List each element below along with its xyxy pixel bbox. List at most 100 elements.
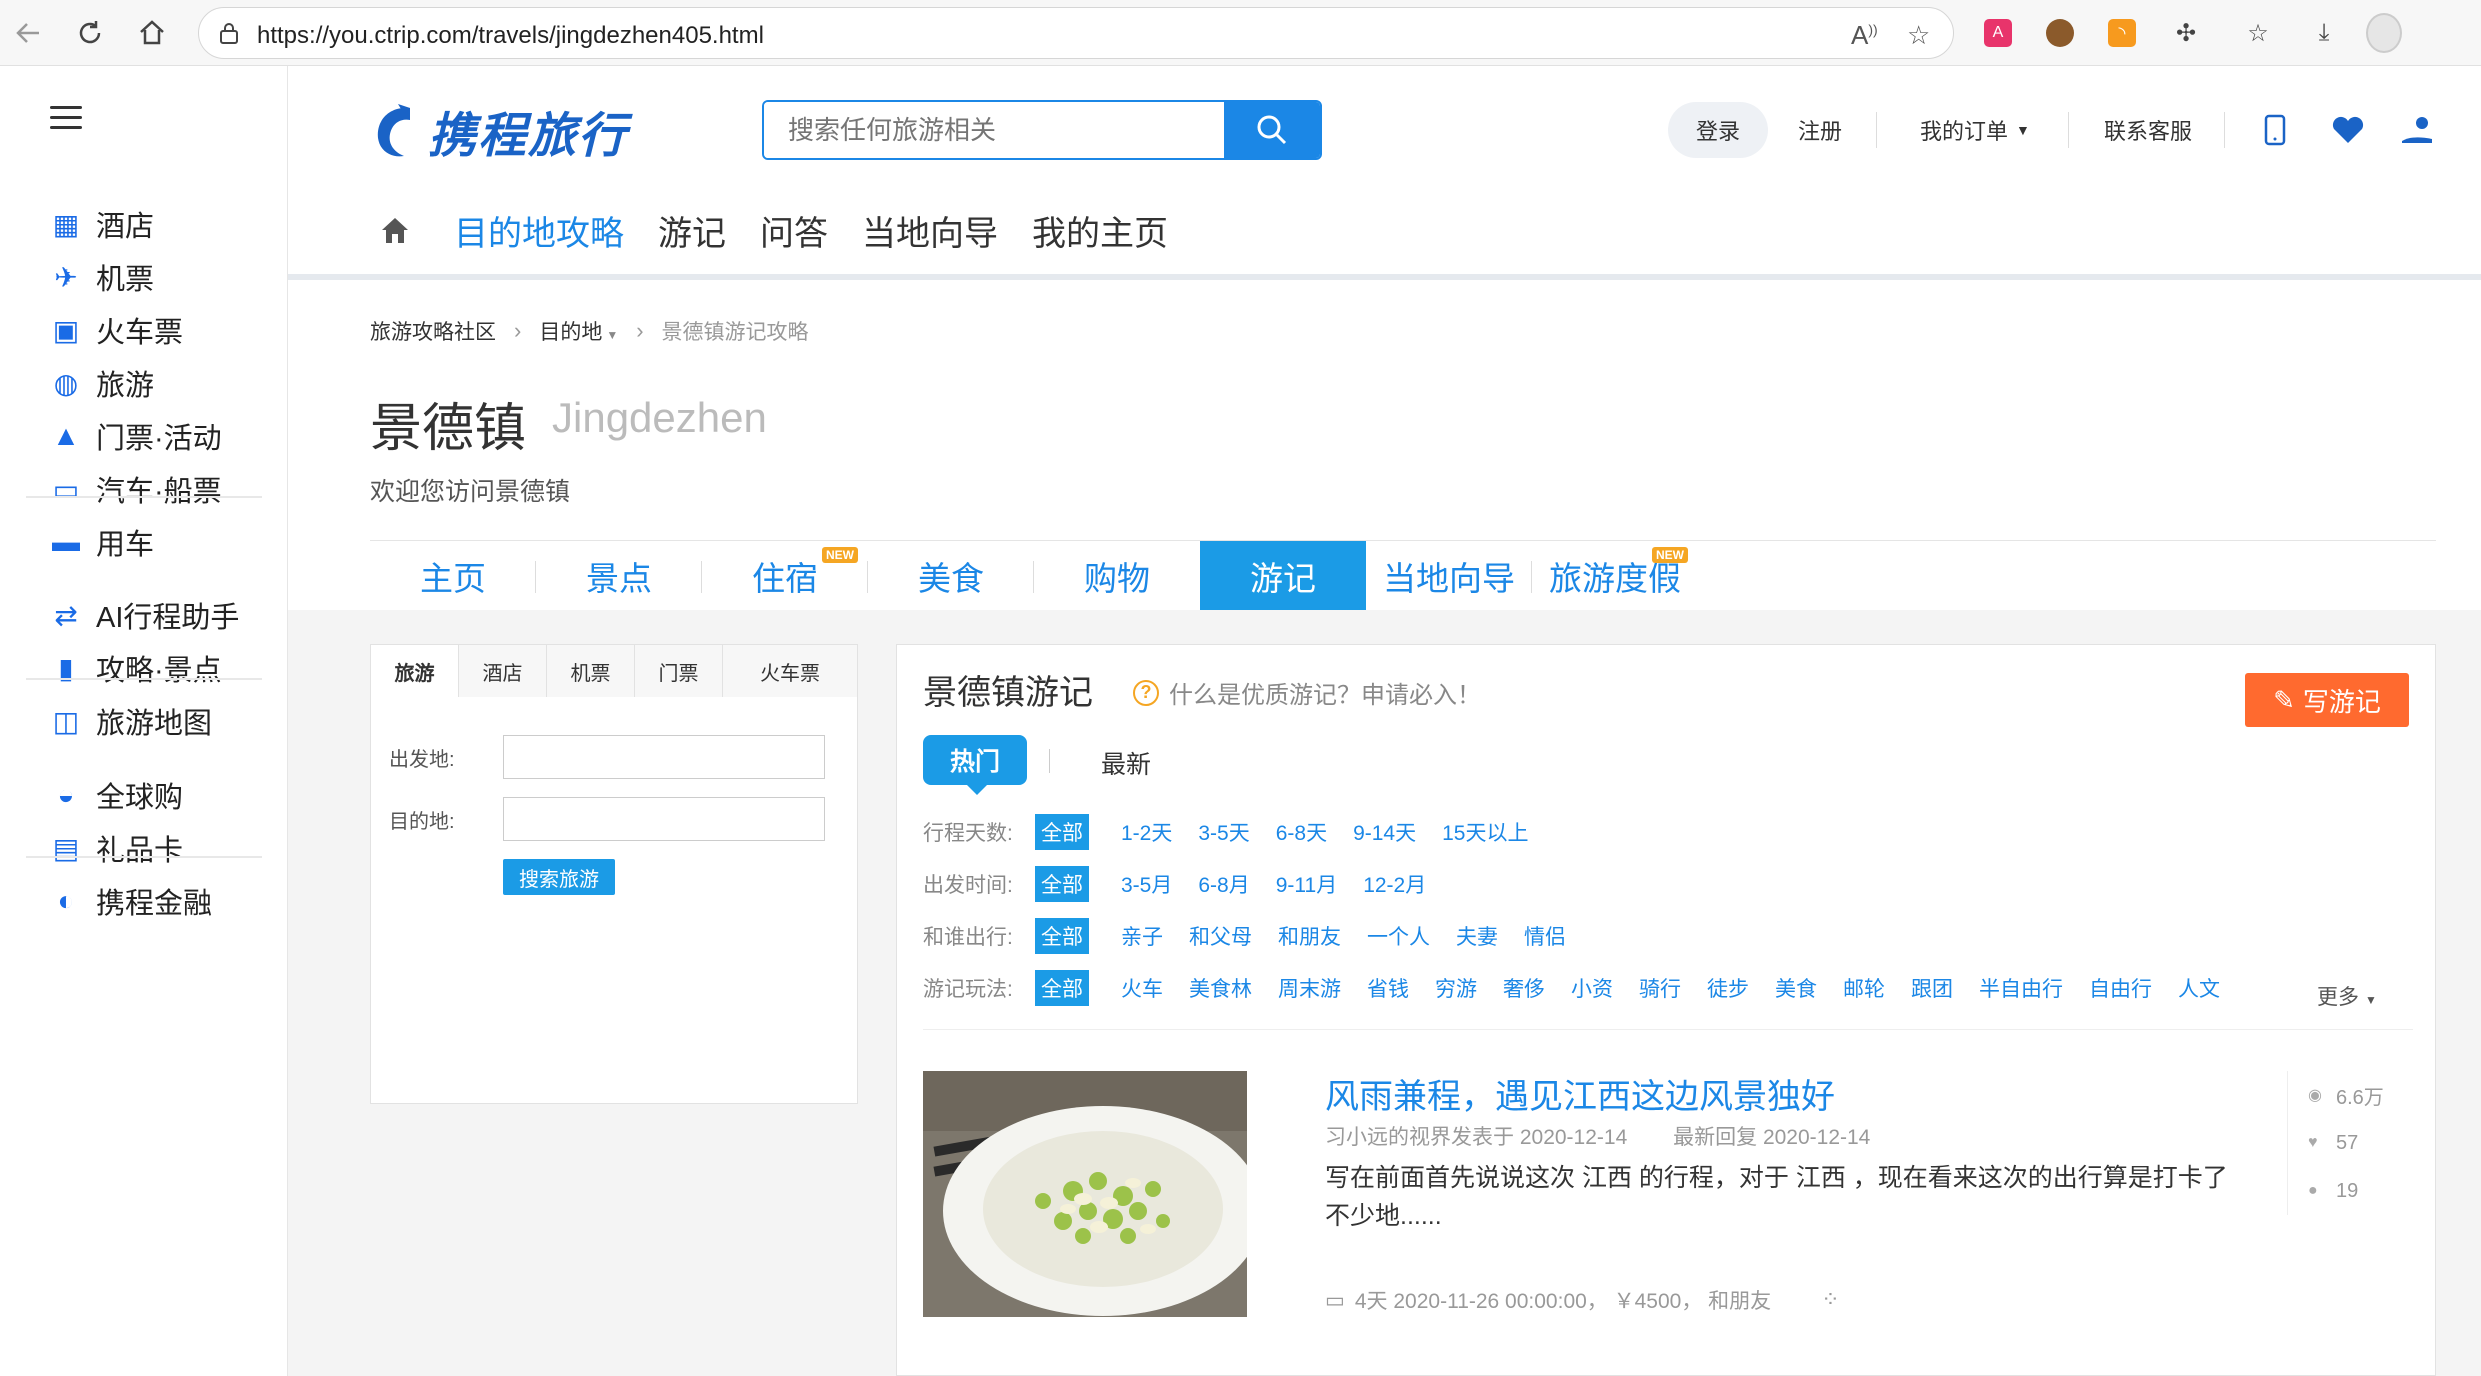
url-text[interactable]: https://you.ctrip.com/travels/jingdezhen… (257, 22, 764, 50)
nav-local-guide[interactable]: 当地向导 (862, 206, 998, 255)
filter-option[interactable]: 亲子 (1121, 921, 1163, 951)
service-link[interactable]: 联系客服 (2104, 100, 2192, 160)
filter-option[interactable]: 情侣 (1524, 921, 1566, 951)
sidebar-item-map[interactable]: ◫ 旅游地图 (50, 699, 212, 743)
comments-stat[interactable]: ● 19 (2308, 1167, 2407, 1215)
dest-tab-7[interactable]: 旅游度假 NEW (1532, 541, 1698, 611)
favorites-icon[interactable]: ☆ (2240, 15, 2276, 51)
sidebar-item-car[interactable]: ▬ 用车 (50, 520, 154, 564)
sidebar-item-finance[interactable]: ◐ 携程金融 (50, 879, 212, 923)
booking-tab-hotel[interactable]: 酒店 (459, 645, 547, 697)
sidebar-item-global-shop[interactable]: ◒ 全球购 (50, 773, 183, 817)
user-service-icon[interactable] (2400, 100, 2434, 160)
filter-option[interactable]: 和朋友 (1278, 921, 1341, 951)
filter-option[interactable]: 美食 (1775, 973, 1817, 1003)
dest-tab-3[interactable]: 美食 (868, 541, 1034, 611)
booking-tab-ticket[interactable]: 门票 (635, 645, 723, 697)
dest-tab-0[interactable]: 主页 (370, 541, 536, 611)
dest-tab-1[interactable]: 景点 (536, 541, 702, 611)
filter-option[interactable]: 火车 (1121, 973, 1163, 1003)
extensions-icon[interactable]: ✣ (2168, 15, 2204, 51)
sort-hot-tab[interactable]: 热门 (923, 735, 1027, 795)
filter-option[interactable]: 一个人 (1367, 921, 1430, 951)
mobile-app-icon[interactable] (2264, 100, 2286, 160)
filter-option[interactable]: 人文 (2178, 973, 2220, 1003)
filter-option[interactable]: 周末游 (1278, 973, 1341, 1003)
dest-tab-2[interactable]: 住宿 NEW (702, 541, 868, 611)
favorite-icon[interactable]: ☆ (1907, 20, 1930, 51)
filter-all[interactable]: 全部 (1035, 918, 1089, 954)
filter-option[interactable]: 跟团 (1911, 973, 1953, 1003)
dest-tab-6[interactable]: 当地向导 (1366, 541, 1532, 611)
heart-hands-icon[interactable] (2330, 100, 2366, 160)
filter-option[interactable]: 骑行 (1639, 973, 1681, 1003)
filter-option[interactable]: 小资 (1571, 973, 1613, 1003)
to-input[interactable] (503, 797, 825, 841)
sidebar-item-bus[interactable]: ▭ 汽车·船票 (50, 467, 222, 511)
search-button[interactable] (1224, 102, 1320, 158)
translate-extension-icon[interactable]: A (1980, 15, 2016, 51)
filter-option[interactable]: 徒步 (1707, 973, 1749, 1003)
nav-my-home[interactable]: 我的主页 (1032, 206, 1168, 255)
filter-option[interactable]: 夫妻 (1456, 921, 1498, 951)
filter-option[interactable]: 邮轮 (1843, 973, 1885, 1003)
sort-new-tab[interactable]: 最新 (1101, 745, 1151, 781)
filter-option[interactable]: 15天以上 (1442, 817, 1528, 847)
booking-tab-travel[interactable]: 旅游 (371, 645, 459, 697)
nav-destination-guide[interactable]: 目的地攻略 (454, 206, 624, 255)
nav-travels[interactable]: 游记 (658, 206, 726, 255)
register-link[interactable]: 注册 (1798, 100, 1842, 160)
filter-option[interactable]: 1-2天 (1121, 817, 1172, 847)
breadcrumb-destination[interactable]: 目的地 ▼ (539, 316, 618, 346)
filter-option[interactable]: 和父母 (1189, 921, 1252, 951)
article-thumbnail[interactable] (923, 1071, 1247, 1317)
from-input[interactable] (503, 735, 825, 779)
home-nav-icon[interactable] (378, 213, 412, 247)
filter-option[interactable]: 12-2月 (1363, 869, 1426, 899)
login-link[interactable]: 登录 (1668, 102, 1768, 158)
sidebar-item-hotel[interactable]: ▦ 酒店 (50, 202, 154, 246)
sidebar-item-ai-assistant[interactable]: ⇄ AI行程助手 (50, 593, 239, 637)
filter-option[interactable]: 3-5月 (1121, 869, 1172, 899)
rss-extension-icon[interactable]: ◝ (2104, 15, 2140, 51)
sidebar-item-guide[interactable]: ▮ 攻略·景点 (50, 646, 221, 690)
filter-option[interactable]: 9-11月 (1276, 869, 1337, 899)
address-bar[interactable]: https://you.ctrip.com/travels/jingdezhen… (198, 7, 1954, 59)
ctrip-logo[interactable]: 携程旅行 (370, 96, 628, 166)
filter-all[interactable]: 全部 (1035, 814, 1089, 850)
menu-icon[interactable] (50, 106, 82, 130)
dest-tab-4[interactable]: 购物 (1034, 541, 1200, 611)
search-travel-button[interactable]: 搜索旅游 (503, 859, 615, 895)
back-icon[interactable] (10, 15, 46, 51)
nav-qa[interactable]: 问答 (760, 206, 828, 255)
filter-option[interactable]: 6-8月 (1198, 869, 1249, 899)
article-author-line[interactable]: 习小远的视界发表于 2020-12-14 (1325, 1126, 1627, 1149)
sidebar-item-ticket[interactable]: ▲ 门票·活动 (50, 414, 222, 458)
home-icon[interactable] (134, 15, 170, 51)
sidebar-item-train[interactable]: ▣ 火车票 (50, 308, 183, 352)
filter-option[interactable]: 省钱 (1367, 973, 1409, 1003)
grid-icon[interactable]: ⁘ (1821, 1287, 1839, 1313)
cookie-extension-icon[interactable] (2042, 15, 2078, 51)
dest-tab-5[interactable]: 游记 (1200, 541, 1366, 611)
breadcrumb-community[interactable]: 旅游攻略社区 (370, 316, 496, 346)
likes-stat[interactable]: ♥ 57 (2308, 1119, 2407, 1167)
filter-option[interactable]: 自由行 (2089, 973, 2152, 1003)
sidebar-item-plane[interactable]: ✈ 机票 (50, 255, 154, 299)
site-search-input[interactable] (764, 102, 1226, 158)
filter-all[interactable]: 全部 (1035, 866, 1089, 902)
downloads-icon[interactable]: ⤓ (2306, 15, 2342, 51)
read-aloud-icon[interactable]: A)) (1851, 20, 1878, 51)
sidebar-item-travel[interactable]: ◍ 旅游 (50, 361, 154, 405)
lock-icon[interactable] (219, 22, 239, 44)
filter-option[interactable]: 3-5天 (1198, 817, 1249, 847)
filter-all[interactable]: 全部 (1035, 970, 1089, 1006)
filter-option[interactable]: 6-8天 (1276, 817, 1327, 847)
booking-tab-flight[interactable]: 机票 (547, 645, 635, 697)
filter-option[interactable]: 美食林 (1189, 973, 1252, 1003)
article-excerpt[interactable]: 写在前面首先说说这次 江西 的行程，对于 江西 ，现在看来这次的出行算是打卡了不… (1325, 1159, 2245, 1235)
quality-travel-help[interactable]: ? 什么是优质游记？申请必入！ (1133, 675, 1481, 710)
article-title[interactable]: 风雨兼程，遇见江西这边风景独好 (1325, 1069, 1835, 1118)
profile-icon[interactable] (2366, 13, 2402, 53)
booking-tab-train[interactable]: 火车票 (723, 645, 857, 697)
